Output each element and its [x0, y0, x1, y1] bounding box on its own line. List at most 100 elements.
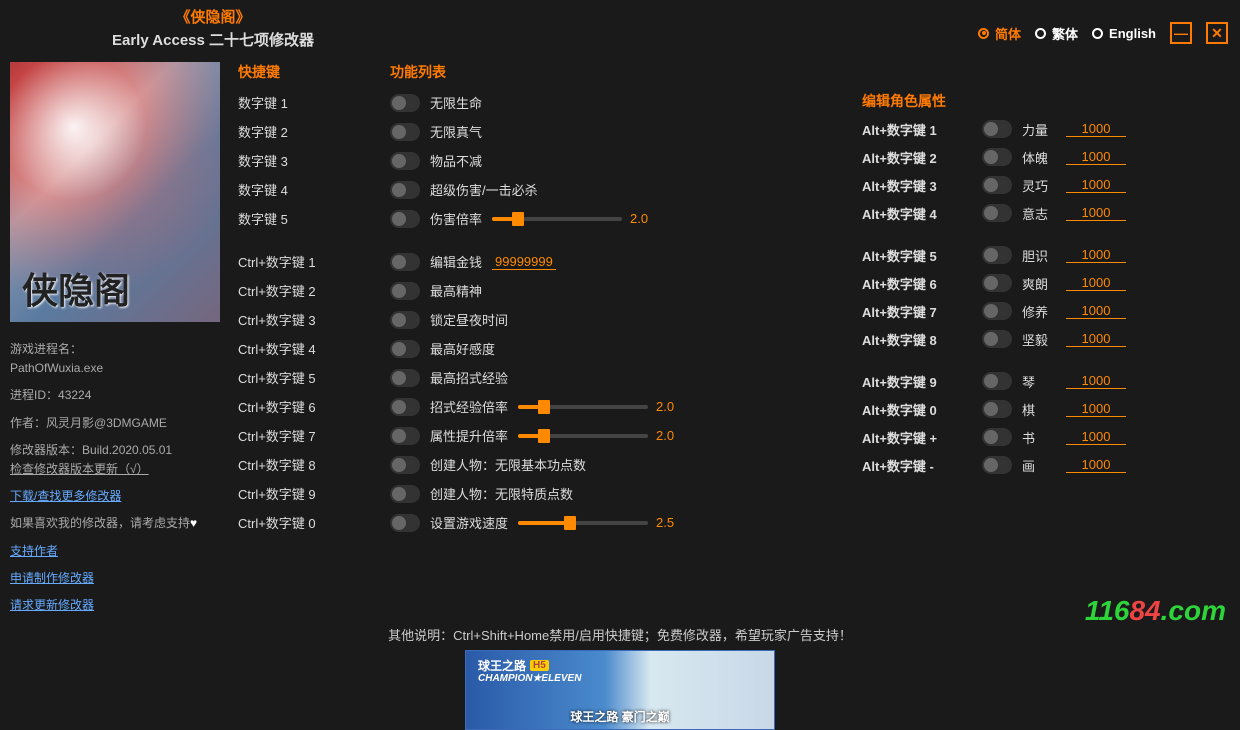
toggle-switch[interactable] [982, 400, 1012, 418]
radio-icon [978, 28, 989, 39]
slider-value: 2.0 [656, 399, 682, 414]
ad-title: 球王之路 [478, 657, 526, 674]
attr-value[interactable]: 1000 [1066, 303, 1126, 319]
toggle-switch[interactable] [982, 246, 1012, 264]
toggle-switch[interactable] [390, 181, 420, 199]
request-make-link[interactable]: 申请制作修改器 [10, 571, 94, 585]
toggle-switch[interactable] [982, 456, 1012, 474]
toggle-switch[interactable] [982, 204, 1012, 222]
request-update-link[interactable]: 请求更新修改器 [10, 598, 94, 612]
attr-value[interactable]: 1000 [1066, 457, 1126, 473]
app-title: 《侠隐阁》 [112, 6, 314, 27]
toggle-switch[interactable] [390, 514, 420, 532]
ad-banner[interactable]: 球王之路H5 CHAMPION★ELEVEN 球王之路 豪门之巅 [465, 650, 775, 730]
toggle-switch[interactable] [982, 372, 1012, 390]
attr-name: 棋 [1022, 400, 1056, 419]
like-text: 如果喜欢我的修改器，请考虑支持♥ [10, 514, 220, 533]
attr-value[interactable]: 1000 [1066, 429, 1126, 445]
toggle-switch[interactable] [390, 485, 420, 503]
slider-value: 2.0 [656, 428, 682, 443]
toggle-switch[interactable] [390, 398, 420, 416]
author: 作者：风灵月影@3DMGAME [10, 414, 220, 433]
hotkey-label: Ctrl+数字键 1 [238, 252, 316, 271]
toggle-switch[interactable] [390, 311, 420, 329]
hotkey-label: 数字键 3 [238, 151, 288, 170]
radio-icon [1092, 28, 1103, 39]
slider[interactable] [492, 217, 622, 221]
toggle-switch[interactable] [982, 148, 1012, 166]
hotkey-label: Ctrl+数字键 7 [238, 426, 316, 445]
slider[interactable] [518, 434, 648, 438]
toggle-switch[interactable] [390, 94, 420, 112]
close-button[interactable]: ✕ [1206, 22, 1228, 44]
hotkey-label: Ctrl+数字键 4 [238, 339, 316, 358]
toggle-switch[interactable] [982, 330, 1012, 348]
process-id: 进程ID：43224 [10, 386, 220, 405]
function-label: 招式经验倍率 [430, 397, 508, 416]
toggle-switch[interactable] [390, 282, 420, 300]
lang-simplified[interactable]: 简体 [978, 24, 1021, 43]
toggle-switch[interactable] [390, 253, 420, 271]
lang-label: 简体 [995, 24, 1021, 43]
attr-value[interactable]: 1000 [1066, 205, 1126, 221]
attr-value[interactable]: 1000 [1066, 331, 1126, 347]
function-label: 无限生命 [430, 93, 482, 112]
ad-subtitle: CHAMPION★ELEVEN [478, 673, 581, 684]
check-update-link[interactable]: 检查修改器版本更新（√） [10, 462, 149, 476]
watermark: 11684.com [1085, 595, 1226, 627]
app-subtitle: Early Access 二十七项修改器 [112, 29, 314, 50]
function-label: 最高精神 [430, 281, 482, 300]
slider[interactable] [518, 405, 648, 409]
attr-value[interactable]: 1000 [1066, 373, 1126, 389]
attr-name: 坚毅 [1022, 330, 1056, 349]
attr-value[interactable]: 1000 [1066, 121, 1126, 137]
attr-name: 灵巧 [1022, 176, 1056, 195]
attr-hotkey: Alt+数字键 8 [862, 330, 972, 349]
attr-header: 编辑角色属性 [862, 91, 1222, 111]
attr-name: 胆识 [1022, 246, 1056, 265]
toggle-switch[interactable] [982, 302, 1012, 320]
lang-english[interactable]: English [1092, 26, 1156, 41]
toggle-switch[interactable] [982, 120, 1012, 138]
slider[interactable] [518, 521, 648, 525]
attr-name: 体魄 [1022, 148, 1056, 167]
function-label: 属性提升倍率 [430, 426, 508, 445]
toggle-switch[interactable] [390, 427, 420, 445]
more-trainers-link[interactable]: 下载/查找更多修改器 [10, 489, 121, 503]
function-label: 最高好感度 [430, 339, 495, 358]
toggle-switch[interactable] [982, 176, 1012, 194]
toggle-switch[interactable] [982, 428, 1012, 446]
game-cover: 侠隐阁 [10, 62, 220, 322]
toggle-switch[interactable] [390, 340, 420, 358]
toggle-switch[interactable] [390, 123, 420, 141]
hotkey-label: Ctrl+数字键 8 [238, 455, 316, 474]
attr-hotkey: Alt+数字键 5 [862, 246, 972, 265]
attr-hotkey: Alt+数字键 2 [862, 148, 972, 167]
hotkey-label: Ctrl+数字键 5 [238, 368, 316, 387]
toggle-switch[interactable] [390, 210, 420, 228]
function-label: 锁定昼夜时间 [430, 310, 508, 329]
function-label: 编辑金钱 [430, 252, 482, 271]
attr-name: 琴 [1022, 372, 1056, 391]
minimize-button[interactable]: — [1170, 22, 1192, 44]
toggle-switch[interactable] [982, 274, 1012, 292]
attr-name: 意志 [1022, 204, 1056, 223]
attr-value[interactable]: 1000 [1066, 247, 1126, 263]
attr-name: 书 [1022, 428, 1056, 447]
toggle-switch[interactable] [390, 152, 420, 170]
toggle-switch[interactable] [390, 456, 420, 474]
lang-traditional[interactable]: 繁体 [1035, 24, 1078, 43]
attr-name: 力量 [1022, 120, 1056, 139]
hotkey-header: 快捷键 [238, 62, 378, 82]
slider-value: 2.0 [630, 211, 656, 226]
attr-value[interactable]: 1000 [1066, 149, 1126, 165]
attr-value[interactable]: 1000 [1066, 401, 1126, 417]
process-name: 游戏进程名：PathOfWuxia.exe [10, 340, 220, 378]
ad-badge: H5 [530, 660, 549, 671]
function-label: 物品不减 [430, 151, 482, 170]
toggle-switch[interactable] [390, 369, 420, 387]
attr-value[interactable]: 1000 [1066, 177, 1126, 193]
support-author-link[interactable]: 支持作者 [10, 544, 58, 558]
attr-value[interactable]: 1000 [1066, 275, 1126, 291]
edit-value[interactable]: 99999999 [492, 254, 556, 270]
